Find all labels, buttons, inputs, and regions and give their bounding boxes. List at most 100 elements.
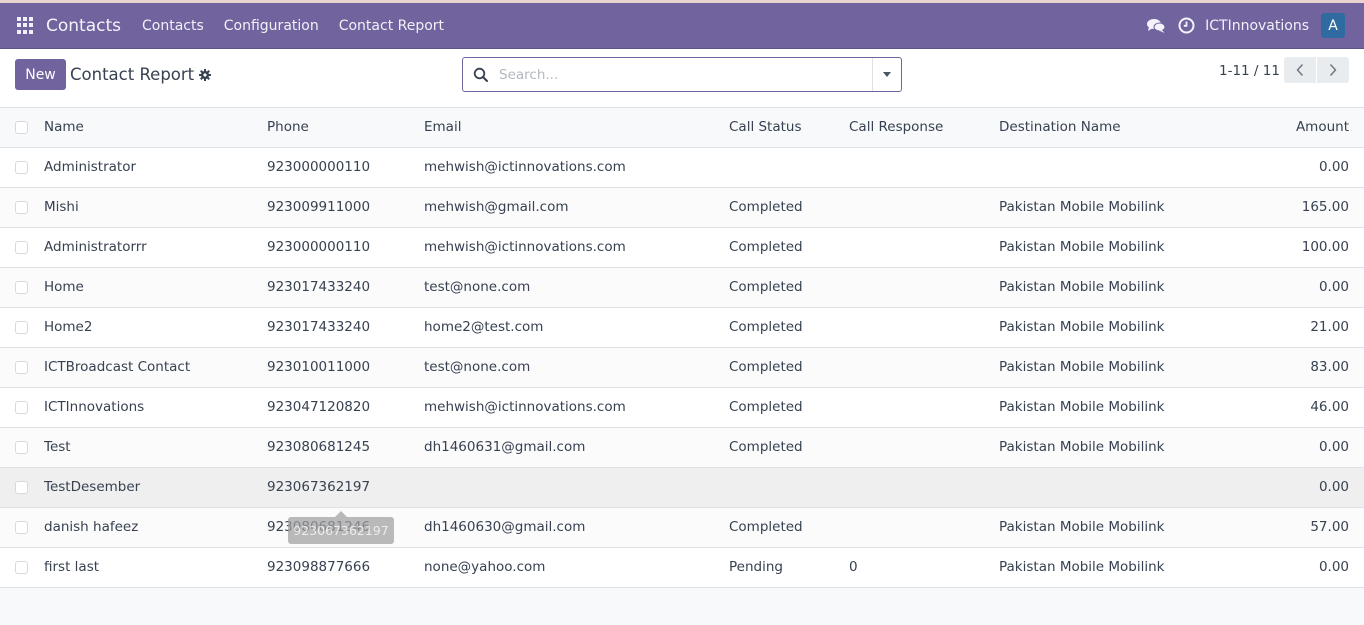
row-checkbox[interactable] xyxy=(15,560,28,574)
cell-email: mehwish@ictinnovations.com xyxy=(424,399,626,415)
column-header-name[interactable]: Name xyxy=(44,108,267,147)
cell-email: test@none.com xyxy=(424,279,531,295)
row-checkbox[interactable] xyxy=(15,280,28,294)
cell-phone: 923017433240 xyxy=(267,319,371,335)
row-checkbox[interactable] xyxy=(15,480,28,494)
column-header-amount[interactable]: Amount xyxy=(1249,108,1364,147)
select-all-checkbox[interactable] xyxy=(15,120,28,134)
cell-call-status: Completed xyxy=(729,399,803,415)
menu-contacts[interactable]: Contacts xyxy=(142,18,204,34)
row-checkbox[interactable] xyxy=(15,160,28,174)
cell-amount: 0.00 xyxy=(1318,439,1349,455)
cell-email: dh1460631@gmail.com xyxy=(424,439,586,455)
cell-call-status: Completed xyxy=(729,359,803,375)
search-options-toggle[interactable] xyxy=(872,58,901,91)
pager-value[interactable]: 1-11 / 11 xyxy=(1219,63,1280,79)
cell-amount: 0.00 xyxy=(1318,159,1349,175)
row-checkbox[interactable] xyxy=(15,400,28,414)
breadcrumb: Contact Report xyxy=(70,65,212,84)
cell-phone: 923047120820 xyxy=(267,399,371,415)
table-row[interactable]: TestDesember 923067362197 0.00 xyxy=(0,467,1364,507)
app-brand[interactable]: Contacts xyxy=(46,16,121,36)
cell-destination-name: Pakistan Mobile Mobilink xyxy=(999,399,1165,415)
row-checkbox[interactable] xyxy=(15,360,28,374)
row-checkbox[interactable] xyxy=(15,320,28,334)
cell-call-response xyxy=(849,307,999,347)
table-body: Administrator 923000000110 mehwish@ictinno… xyxy=(0,147,1364,587)
table-row[interactable]: danish hafeez923080681246dh1460630@gmail… xyxy=(0,507,1364,547)
cell-destination-name: Pakistan Mobile Mobilink xyxy=(999,239,1165,255)
table-row[interactable]: Home2 923017433240 home2@test.com Completed… xyxy=(0,307,1364,347)
table-row[interactable]: ICTBroadcast Contact 923010011000 test@non… xyxy=(0,347,1364,387)
new-button[interactable]: New xyxy=(15,59,66,90)
cell-call-status xyxy=(729,467,849,507)
cell-destination-name: Pakistan Mobile Mobilink xyxy=(999,199,1165,215)
cell-email: none@yahoo.com xyxy=(424,559,546,575)
column-header-destination-name[interactable]: Destination Name xyxy=(999,108,1249,147)
cell-destination-name xyxy=(999,147,1249,187)
table-row[interactable]: Mishi 923009911000 mehwish@gmail.com Comple… xyxy=(0,187,1364,227)
phone-tooltip: 923067362197 xyxy=(288,511,394,544)
chat-icon[interactable] xyxy=(1146,18,1166,34)
pager-previous-button[interactable] xyxy=(1284,57,1316,83)
top-navbar: Contacts Contacts Configuration Contact … xyxy=(0,0,1364,49)
column-header-phone[interactable]: Phone xyxy=(267,108,424,147)
row-checkbox[interactable] xyxy=(15,240,28,254)
cell-phone: 923098877666 xyxy=(267,559,371,575)
cell-amount: 21.00 xyxy=(1310,319,1349,335)
systray: ICTInnovations A xyxy=(1146,3,1364,48)
menu-contact-report[interactable]: Contact Report xyxy=(339,18,444,34)
cell-call-response xyxy=(849,427,999,467)
cell-call-response xyxy=(849,227,999,267)
cell-call-response xyxy=(849,387,999,427)
cell-phone: 923000000110 xyxy=(267,159,371,175)
table-row[interactable]: Administrator 923000000110 mehwish@ictinno… xyxy=(0,147,1364,187)
table-header-row: Name Phone Email Call Status Call Respon… xyxy=(0,108,1364,147)
row-checkbox[interactable] xyxy=(15,200,28,214)
cell-phone: 923017433240 xyxy=(267,279,371,295)
company-switcher[interactable]: ICTInnovations xyxy=(1205,18,1309,34)
cell-amount: 83.00 xyxy=(1310,359,1349,375)
cell-phone: 923067362197 xyxy=(267,479,371,495)
table-row[interactable]: first last 923098877666 none@yahoo.com Pend… xyxy=(0,547,1364,587)
menu-configuration[interactable]: Configuration xyxy=(224,18,319,34)
row-checkbox[interactable] xyxy=(15,520,28,534)
cell-call-response xyxy=(849,467,999,507)
cell-amount: 46.00 xyxy=(1310,399,1349,415)
cell-name: danish hafeez xyxy=(44,519,139,535)
cell-call-status: Completed xyxy=(729,239,803,255)
table-row[interactable]: ICTInnovations 923047120820 mehwish@ictinn… xyxy=(0,387,1364,427)
cell-phone: 923009911000 xyxy=(267,199,371,215)
apps-grid-icon[interactable] xyxy=(17,16,35,35)
cell-name: Mishi xyxy=(44,199,79,215)
table-row[interactable]: Home 923017433240 test@none.com Completed Pa… xyxy=(0,267,1364,307)
cell-destination-name: Pakistan Mobile Mobilink xyxy=(999,279,1165,295)
table-row[interactable]: Test 923080681245 dh1460631@gmail.com Compl… xyxy=(0,427,1364,467)
search-input[interactable] xyxy=(499,58,872,91)
table-row[interactable]: Administratorrr 923000000110 mehwish@ictin… xyxy=(0,227,1364,267)
pager-buttons xyxy=(1284,57,1349,83)
column-header-call-response[interactable]: Call Response xyxy=(849,108,999,147)
cell-destination-name: Pakistan Mobile Mobilink xyxy=(999,319,1165,335)
cell-call-status: Completed xyxy=(729,319,803,335)
user-avatar[interactable]: A xyxy=(1321,13,1345,38)
gear-icon[interactable] xyxy=(199,68,212,81)
cell-amount: 57.00 xyxy=(1310,519,1349,535)
cell-email xyxy=(424,467,729,507)
caret-down-icon xyxy=(883,72,891,77)
row-checkbox[interactable] xyxy=(15,440,28,454)
cell-email: mehwish@ictinnovations.com xyxy=(424,159,626,175)
cell-name: ICTBroadcast Contact xyxy=(44,359,191,375)
cell-call-status: Completed xyxy=(729,439,803,455)
column-header-email[interactable]: Email xyxy=(424,108,729,147)
cell-call-status: Pending xyxy=(729,559,783,575)
cell-amount: 165.00 xyxy=(1301,199,1349,215)
pager-next-button[interactable] xyxy=(1317,57,1349,83)
cell-phone: 923000000110 xyxy=(267,239,371,255)
cell-call-response xyxy=(849,147,999,187)
clock-icon[interactable] xyxy=(1178,17,1195,34)
cell-call-status: Completed xyxy=(729,279,803,295)
cell-name: ICTInnovations xyxy=(44,399,145,415)
column-header-call-status[interactable]: Call Status xyxy=(729,108,849,147)
cell-call-response: 0 xyxy=(849,559,858,575)
